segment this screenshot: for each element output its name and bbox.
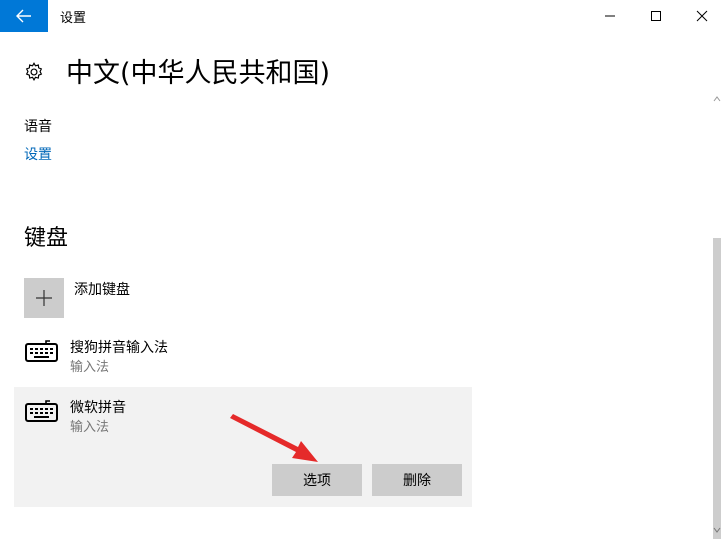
annotation-arrow-icon [230, 414, 318, 462]
